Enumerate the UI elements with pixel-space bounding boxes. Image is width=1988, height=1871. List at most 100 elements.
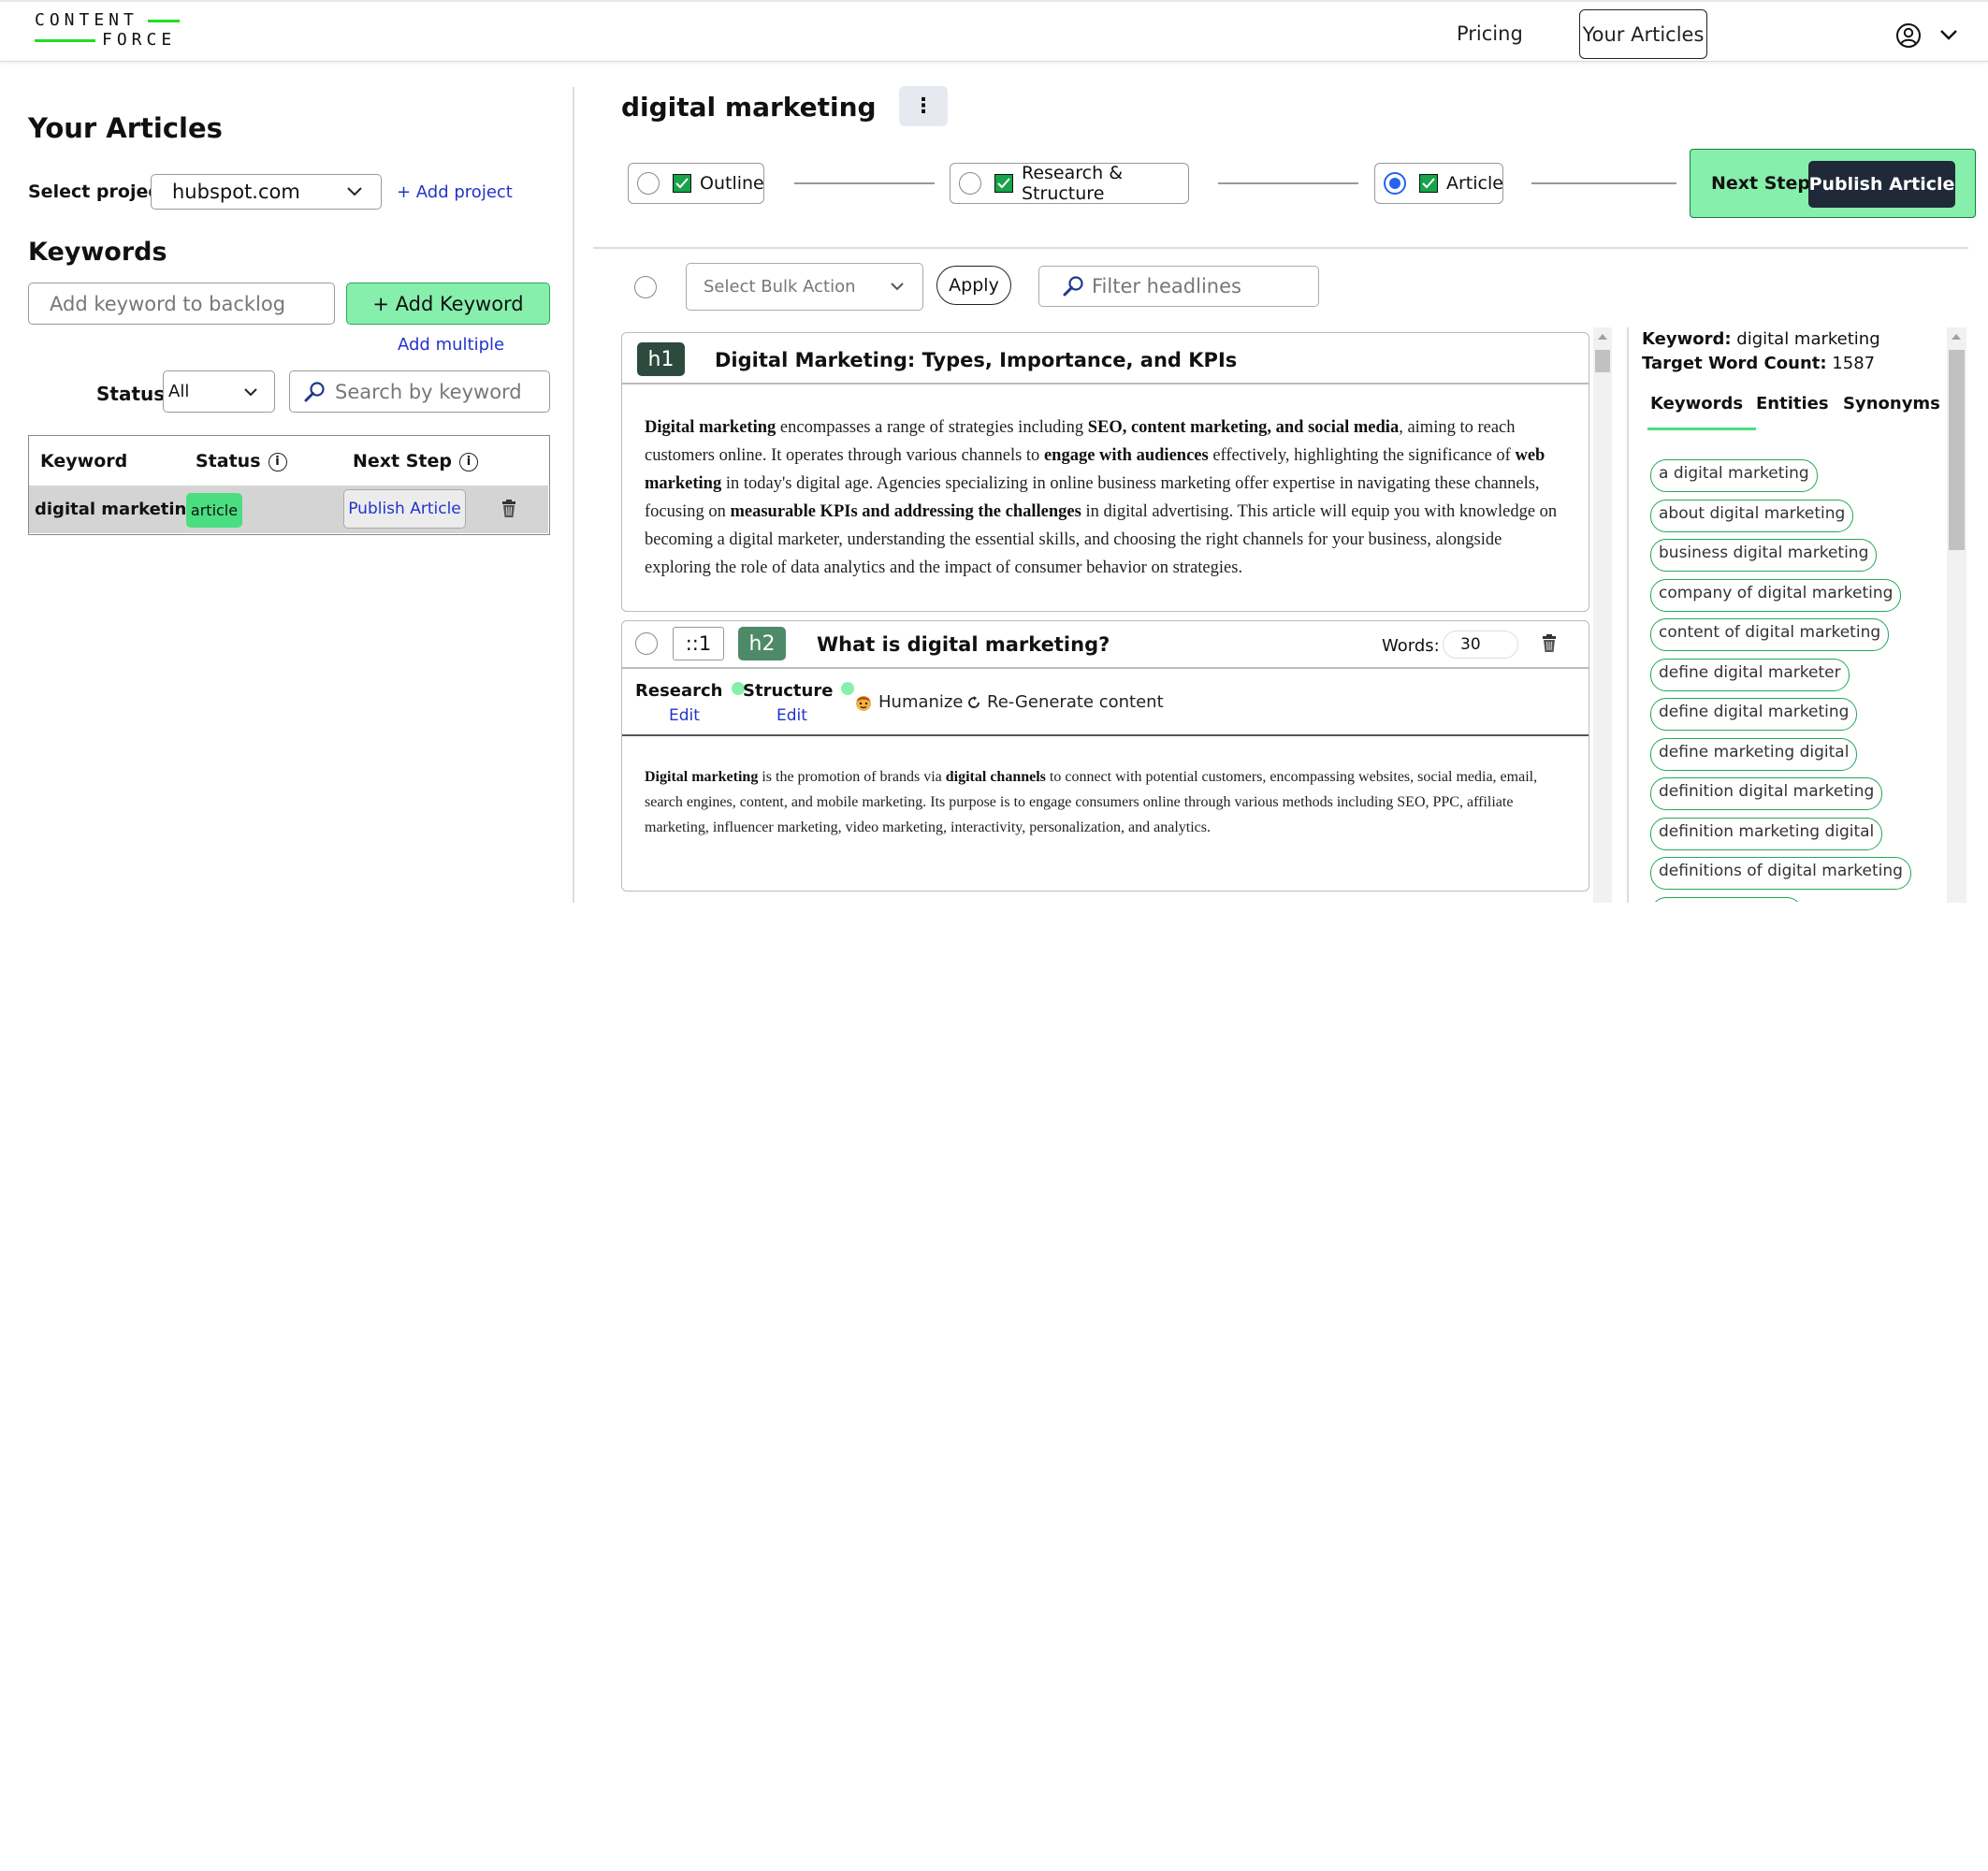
tab-keywords[interactable]: Keywords: [1650, 394, 1743, 413]
keyword-chip[interactable]: definitions of digital marketing: [1650, 857, 1911, 890]
next-step-panel: Next Step: Publish Article: [1690, 149, 1976, 218]
keyword-chip[interactable]: definition marketing digital: [1650, 817, 1883, 850]
tab-entities[interactable]: Entities: [1756, 394, 1829, 413]
step-article-radio[interactable]: [1384, 172, 1406, 195]
step-research-radio[interactable]: [959, 172, 981, 195]
card-header-divider: [622, 383, 1589, 384]
keyword-chip[interactable]: company of digital marketing: [1650, 578, 1902, 612]
structure-edit-link[interactable]: Edit: [776, 706, 807, 725]
scroll-up-arrow-icon[interactable]: [1597, 333, 1608, 341]
nav-pricing-link[interactable]: Pricing: [1457, 22, 1523, 45]
h1-title[interactable]: Digital Marketing: Types, Importance, an…: [715, 349, 1237, 371]
editor-scrollbar-thumb[interactable]: [1595, 350, 1610, 372]
status-filter-value: All: [168, 382, 190, 401]
words-count-input[interactable]: 30: [1443, 631, 1518, 659]
app-root: CONTENT FORCE Pricing Your Articles Your…: [0, 0, 1988, 1871]
page-title: Your Articles: [28, 112, 223, 144]
h1-section-card: h1 Digital Marketing: Types, Importance,…: [621, 332, 1589, 612]
keyword-chip[interactable]: definition digital marketing: [1650, 777, 1883, 810]
keyword-chip[interactable]: content of digital marketing: [1650, 618, 1890, 651]
search-icon: [1063, 276, 1083, 297]
h2-title[interactable]: What is digital marketing?: [817, 633, 1110, 656]
words-label: Words:: [1382, 636, 1440, 656]
structure-status: Structure: [743, 681, 855, 701]
trash-icon[interactable]: [501, 500, 517, 518]
row-keyword[interactable]: digital marketing: [35, 500, 198, 519]
keyword-chip-list: a digital marketing about digital marketi…: [1650, 459, 1931, 902]
table-header-status-text: Status: [196, 451, 261, 471]
publish-article-button[interactable]: Publish Article: [1808, 161, 1955, 208]
side-panel-divider: [1627, 327, 1629, 903]
regenerate-content-button[interactable]: Re-Generate content: [966, 692, 1164, 712]
regenerate-label: Re-Generate content: [987, 692, 1164, 712]
h2-section-card: ::1 h2 What is digital marketing? Words:…: [621, 620, 1589, 892]
h1-paragraph[interactable]: Digital marketing encompasses a range of…: [645, 413, 1571, 582]
text-segment: effectively, highlighting the significan…: [1208, 446, 1516, 465]
step-article-label: Article: [1446, 173, 1503, 194]
bold-text-segment: SEO, content marketing, and social media: [1087, 418, 1400, 437]
chevron-down-icon: [347, 187, 362, 196]
filter-headlines-input[interactable]: Filter headlines: [1038, 266, 1319, 307]
keyword-backlog-input[interactable]: Add keyword to backlog: [28, 283, 335, 325]
keyword-chip[interactable]: about digital marketing: [1650, 499, 1854, 532]
row-publish-article-button[interactable]: Publish Article: [343, 489, 466, 529]
step-article[interactable]: Article: [1374, 163, 1503, 204]
keyword-chip[interactable]: define marketing digital: [1650, 737, 1858, 771]
bold-text-segment: engage with audiences: [1043, 446, 1209, 465]
scroll-up-arrow-icon[interactable]: [1951, 333, 1962, 341]
kebab-menu-icon[interactable]: ⋮: [899, 86, 948, 126]
add-keyword-button[interactable]: + Add Keyword: [346, 283, 550, 325]
table-row[interactable]: digital marketing article Publish Articl…: [29, 486, 548, 533]
status-filter-select[interactable]: All: [163, 370, 275, 413]
user-circle-icon[interactable]: [1895, 22, 1922, 49]
h2-select-radio[interactable]: [635, 632, 658, 655]
tab-synonyms[interactable]: Synonyms: [1843, 394, 1940, 413]
add-project-link[interactable]: + Add project: [397, 182, 513, 202]
step-research-structure[interactable]: Research & Structure: [950, 163, 1189, 204]
step-research-label: Research & Structure: [1022, 163, 1124, 204]
checkbox-checked-icon: [994, 174, 1013, 193]
logo-accent-line: [35, 39, 95, 42]
keyword-chip[interactable]: a digital marketing: [1650, 459, 1818, 492]
keyword-search-input[interactable]: Search by keyword: [289, 370, 550, 413]
step-outline[interactable]: Outline: [628, 163, 764, 204]
table-header-status: Status i: [196, 451, 287, 471]
apply-button[interactable]: Apply: [936, 266, 1011, 305]
article-title: digital marketing: [621, 92, 877, 123]
info-icon[interactable]: i: [268, 452, 287, 471]
h2-paragraph[interactable]: Digital marketing is the promotion of br…: [645, 764, 1571, 840]
project-select[interactable]: hubspot.com: [151, 174, 382, 210]
status-label: Status: [96, 383, 166, 405]
bulk-action-select[interactable]: Select Bulk Action: [686, 263, 923, 311]
bold-text-segment: Digital marketing: [645, 769, 759, 785]
keyword-chip[interactable]: business digital marketing: [1650, 539, 1878, 572]
keyword-chip[interactable]: define digital marketing: [1650, 698, 1858, 731]
add-multiple-link[interactable]: Add multiple: [398, 335, 504, 355]
research-label: Research: [635, 681, 723, 701]
panel-scrollbar-thumb[interactable]: [1949, 350, 1965, 550]
search-icon: [304, 381, 325, 401]
refresh-icon: [968, 695, 979, 708]
humanize-button[interactable]: Humanize: [854, 692, 963, 712]
info-icon[interactable]: i: [459, 452, 478, 471]
table-header-next-step-text: Next Step: [353, 451, 452, 471]
keyword-chip[interactable]: define digital marketer: [1650, 658, 1850, 691]
drag-handle[interactable]: ::1: [673, 627, 724, 660]
humanize-emoji-icon: [856, 695, 871, 711]
panel-target-label: Target Word Count:: [1642, 354, 1827, 373]
editor-scrollbar[interactable]: [1593, 327, 1612, 903]
logo-accent-line: [148, 20, 180, 22]
step-outline-radio[interactable]: [637, 172, 660, 195]
keyword-chip[interactable]: digital marketing: [1650, 896, 1803, 902]
bulk-action-placeholder: Select Bulk Action: [704, 277, 856, 297]
research-edit-link[interactable]: Edit: [669, 706, 700, 725]
nav-your-articles-button[interactable]: Your Articles: [1579, 9, 1707, 59]
filter-headlines-placeholder: Filter headlines: [1092, 275, 1241, 297]
panel-keyword-line: Keyword: digital marketing: [1642, 329, 1880, 349]
select-all-radio[interactable]: [634, 276, 657, 298]
chevron-down-icon[interactable]: [1939, 25, 1958, 44]
text-segment: is the promotion of brands via: [758, 769, 946, 785]
checkbox-checked-icon: [673, 174, 691, 193]
toolbar-divider: [593, 247, 1968, 249]
trash-icon[interactable]: [1541, 634, 1558, 653]
